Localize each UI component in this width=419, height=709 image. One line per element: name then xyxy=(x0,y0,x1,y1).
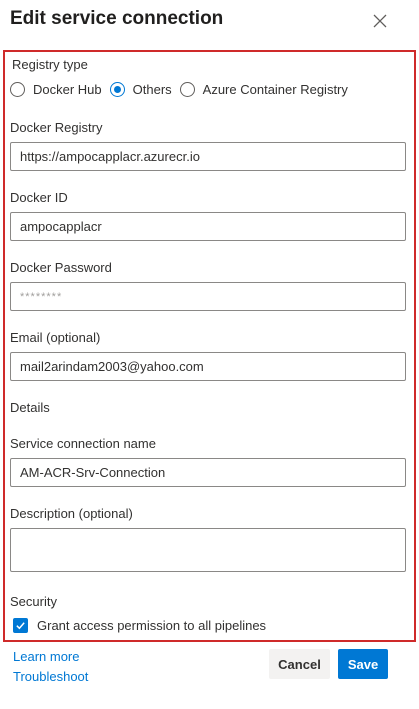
service-connection-name-input[interactable]: AM-ACR-Srv-Connection xyxy=(10,458,406,487)
close-icon xyxy=(373,14,387,28)
description-label: Description (optional) xyxy=(10,506,133,521)
troubleshoot-link[interactable]: Troubleshoot xyxy=(13,669,88,684)
radio-others-circle xyxy=(109,81,125,97)
radio-azure-container-registry-circle xyxy=(179,81,195,97)
radio-azure-container-registry[interactable]: Azure Container Registry xyxy=(179,81,348,97)
radio-others-label: Others xyxy=(132,81,172,97)
docker-registry-input[interactable]: https://ampocapplacr.azurecr.io xyxy=(10,142,406,171)
checkmark-icon xyxy=(16,622,25,630)
service-connection-name-label: Service connection name xyxy=(10,436,156,451)
checkbox-checked xyxy=(13,618,28,633)
radio-docker-hub[interactable]: Docker Hub xyxy=(10,81,102,97)
docker-registry-label: Docker Registry xyxy=(10,120,103,135)
grant-access-checkbox[interactable]: Grant access permission to all pipelines xyxy=(13,618,266,633)
radio-docker-hub-label: Docker Hub xyxy=(33,81,102,97)
grant-access-label: Grant access permission to all pipelines xyxy=(37,618,267,633)
description-textarea[interactable] xyxy=(10,528,406,572)
docker-id-label: Docker ID xyxy=(10,190,68,205)
security-heading: Security xyxy=(10,594,57,609)
docker-id-input[interactable]: ampocapplacr xyxy=(10,212,406,241)
radio-docker-hub-circle xyxy=(10,81,25,97)
docker-password-label: Docker Password xyxy=(10,260,112,275)
dialog-title: Edit service connection xyxy=(10,8,224,29)
radio-azure-container-registry-label: Azure Container Registry xyxy=(202,81,348,97)
email-input[interactable]: mail2arindam2003@yahoo.com xyxy=(10,352,406,381)
registry-type-label: Registry type xyxy=(12,57,88,72)
registry-type-radio-group: Docker Hub Others Azure Container Regist… xyxy=(10,80,356,98)
save-button[interactable]: Save xyxy=(338,649,388,679)
close-button[interactable] xyxy=(370,11,390,31)
docker-password-input[interactable]: ******** xyxy=(10,282,406,311)
learn-more-link[interactable]: Learn more xyxy=(13,649,79,664)
email-label: Email (optional) xyxy=(10,330,101,345)
edit-service-connection-panel: Edit service connection Registry type Do… xyxy=(0,0,419,709)
cancel-button[interactable]: Cancel xyxy=(269,649,330,679)
details-heading: Details xyxy=(10,400,50,415)
radio-others[interactable]: Others xyxy=(109,81,172,97)
